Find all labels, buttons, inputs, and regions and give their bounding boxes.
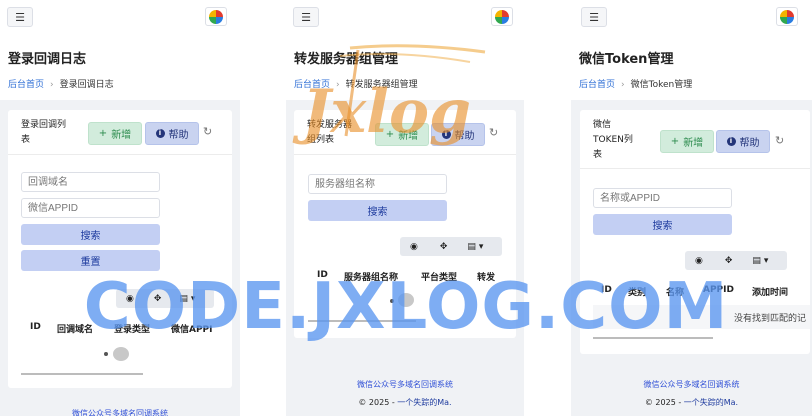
breadcrumb-home-link[interactable]: 后台首页 bbox=[579, 80, 615, 90]
scroll-dot bbox=[104, 352, 108, 356]
chevron-down-icon[interactable]: ▾ bbox=[764, 256, 769, 266]
footer-copyright: © 2025 - 一个失踪的Ma. bbox=[571, 397, 812, 408]
card-header: 微信 TOKEN列 表 + 新增 i 帮助 ↻ bbox=[580, 110, 810, 169]
menu-icon: ☰ bbox=[15, 10, 25, 24]
add-button[interactable]: + 新增 bbox=[660, 130, 714, 153]
chevron-down-icon[interactable]: ▾ bbox=[479, 242, 484, 252]
menu-icon: ☰ bbox=[301, 10, 311, 24]
app-logo-icon[interactable] bbox=[205, 7, 227, 26]
breadcrumb-current: 登录回调日志 bbox=[59, 80, 114, 90]
panel-login-callback-log: ☰ 登录回调日志 后台首页 › 登录回调日志 登录回调列 表 +新增 i帮助 ↻ 搜… bbox=[0, 0, 240, 416]
footer-copyright-prefix: © 2025 - bbox=[644, 398, 684, 407]
footer-link[interactable]: 微信公众号多域名回调系统 bbox=[72, 409, 168, 416]
eye-icon[interactable]: ◉ bbox=[410, 242, 418, 252]
breadcrumb-current: 微信Token管理 bbox=[630, 80, 693, 90]
server-group-name-input[interactable] bbox=[308, 174, 447, 194]
move-icon[interactable]: ✥ bbox=[725, 256, 733, 266]
breadcrumb: 后台首页 › 微信Token管理 bbox=[579, 77, 692, 90]
page-title: 登录回调日志 bbox=[8, 52, 87, 67]
code-jxlog-watermark: CODE.JXLOG.COM bbox=[83, 270, 729, 344]
menu-toggle-button[interactable]: ☰ bbox=[293, 7, 319, 27]
scroll-thumb[interactable] bbox=[113, 347, 129, 361]
refresh-icon[interactable]: ↻ bbox=[203, 125, 212, 138]
card-title-line: 微信 bbox=[593, 120, 612, 130]
add-button[interactable]: + 新增 bbox=[88, 122, 142, 145]
card-title-line: 表 bbox=[21, 135, 31, 145]
card-title-line: TOKEN列 bbox=[593, 135, 633, 145]
name-or-appid-input[interactable] bbox=[593, 188, 732, 208]
page-header: 微信Token管理 后台首页 › 微信Token管理 bbox=[571, 34, 812, 100]
menu-toggle-button[interactable]: ☰ bbox=[581, 7, 607, 27]
table-toolbar: ◉ ✥ ▤ ▾ bbox=[400, 237, 502, 256]
card-title-line: 登录回调列 bbox=[21, 120, 67, 130]
breadcrumb-home-link[interactable]: 后台首页 bbox=[8, 80, 44, 90]
card-title-line: 表 bbox=[593, 150, 603, 160]
wechat-appid-input[interactable] bbox=[21, 198, 160, 218]
info-icon: i bbox=[155, 129, 165, 138]
menu-icon: ☰ bbox=[589, 10, 599, 24]
columns-icon[interactable]: ▤ bbox=[752, 256, 761, 266]
app-logo-icon[interactable] bbox=[776, 7, 798, 26]
chevron-right-icon: › bbox=[621, 80, 625, 90]
chevron-right-icon: › bbox=[50, 80, 54, 90]
top-navbar: ☰ bbox=[571, 0, 812, 34]
footer: 微信公众号多域名回调系统 © 2025 - 一个失踪的Ma. bbox=[571, 379, 812, 408]
move-icon[interactable]: ✥ bbox=[440, 242, 448, 252]
card-title: 登录回调列 表 bbox=[21, 118, 66, 148]
table-toolbar: ◉ ✥ ▤ ▾ bbox=[685, 251, 787, 270]
footer-copyright-prefix: © 2025 - bbox=[358, 398, 398, 407]
help-button[interactable]: i 帮助 bbox=[145, 122, 199, 145]
footer: 微信公众号多域名回调系统 © 2025 - 一个失踪的Ma. bbox=[286, 379, 524, 408]
footer-link[interactable]: 微信公众号多域名回调系统 bbox=[286, 379, 524, 390]
callback-domain-input[interactable] bbox=[21, 172, 160, 192]
panel-wechat-token: ☰ 微信Token管理 后台首页 › 微信Token管理 微信 TOKEN列 表 +… bbox=[571, 0, 812, 416]
add-button-label: 新增 bbox=[683, 138, 704, 149]
top-navbar: ☰ bbox=[0, 0, 240, 34]
plus-icon: + bbox=[670, 136, 680, 147]
eye-icon[interactable]: ◉ bbox=[695, 256, 703, 266]
jxlog-logo-text: Jxlog bbox=[292, 77, 471, 147]
help-button-label: 帮助 bbox=[739, 138, 760, 149]
footer-author-link[interactable]: 一个失踪的Ma. bbox=[684, 398, 738, 407]
table-horizontal-scrollbar[interactable] bbox=[21, 373, 143, 375]
callback-list-card: 登录回调列 表 +新增 i帮助 ↻ 搜索 重置 ◉ ✥ ▤ ▾ ID 回调域名 … bbox=[8, 110, 232, 388]
search-button[interactable]: 搜索 bbox=[21, 224, 160, 245]
reset-button[interactable]: 重置 bbox=[21, 250, 160, 271]
jxlog-watermark-logo: Jxlog bbox=[292, 44, 486, 147]
footer-author-link[interactable]: 一个失踪的Ma. bbox=[397, 398, 451, 407]
card-title: 微信 TOKEN列 表 bbox=[593, 118, 633, 163]
card-header: 登录回调列 表 + 新增 i 帮助 ↻ bbox=[8, 110, 232, 155]
page-title: 微信Token管理 bbox=[579, 52, 674, 67]
menu-toggle-button[interactable]: ☰ bbox=[7, 7, 33, 27]
footer-copyright: © 2025 - 一个失踪的Ma. bbox=[286, 397, 524, 408]
refresh-icon[interactable]: ↻ bbox=[775, 134, 784, 147]
footer-link[interactable]: 微信公众号多域名回调系统 bbox=[571, 379, 812, 390]
columns-icon[interactable]: ▤ bbox=[467, 242, 476, 252]
search-button[interactable]: 搜索 bbox=[593, 214, 732, 235]
plus-icon: + bbox=[98, 128, 108, 139]
help-button[interactable]: i 帮助 bbox=[716, 130, 770, 153]
search-button[interactable]: 搜索 bbox=[308, 200, 447, 221]
app-logo-icon[interactable] bbox=[491, 7, 513, 26]
top-navbar: ☰ bbox=[286, 0, 524, 34]
page-header: 登录回调日志 后台首页 › 登录回调日志 bbox=[0, 34, 240, 100]
footer: 微信公众号多域名回调系统 bbox=[0, 408, 240, 416]
info-icon: i bbox=[726, 137, 736, 146]
add-button-label: 新增 bbox=[111, 130, 132, 141]
help-button-label: 帮助 bbox=[168, 130, 189, 141]
breadcrumb: 后台首页 › 登录回调日志 bbox=[8, 77, 114, 90]
